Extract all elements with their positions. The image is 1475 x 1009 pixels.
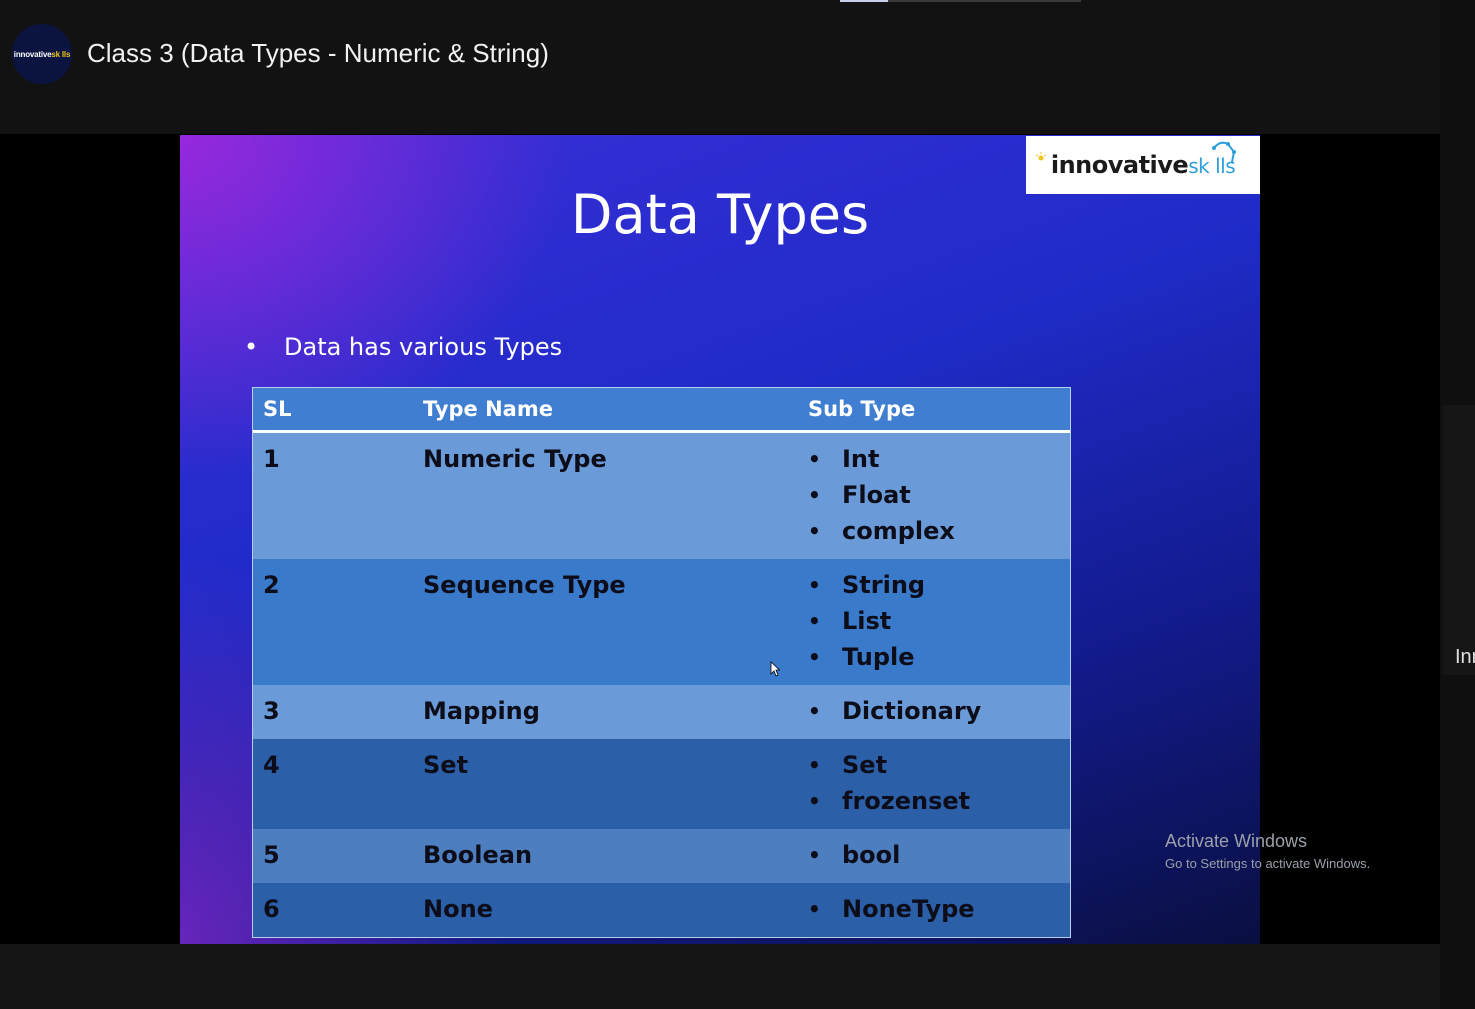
row-sub-types: Dictionary (808, 693, 981, 729)
row-sub-types: NoneType (808, 891, 975, 927)
activate-windows-title: Activate Windows (1165, 831, 1308, 851)
data-types-table: SL Type Name Sub Type 1 Numeric Type IntFl… (252, 387, 1071, 938)
row-sl: 2 (263, 571, 280, 599)
side-panel-text: Inn (1455, 646, 1475, 668)
channel-avatar[interactable]: innovative sk lls (12, 24, 72, 84)
top-bar: innovative sk lls Class 3 (Data Types - N… (0, 0, 1440, 134)
sub-type-item: List (808, 603, 925, 639)
row-sl: 3 (263, 697, 280, 725)
row-type-name: Sequence Type (423, 571, 626, 599)
row-sub-types: StringListTuple (808, 567, 925, 675)
header-sl: SL (263, 397, 292, 421)
sub-type-item: Tuple (808, 639, 925, 675)
row-type-name: Boolean (423, 841, 533, 869)
video-title[interactable]: Class 3 (Data Types - Numeric & String) (87, 38, 549, 69)
channel-avatar-accent: sk lls (51, 49, 71, 59)
logo-robot-arm-icon (1212, 141, 1236, 163)
table-body: 1 Numeric Type IntFloatcomplex 2 Sequence Ty… (253, 433, 1070, 937)
bullet-dot: • (244, 333, 259, 361)
table-row: 5 Boolean bool (253, 829, 1070, 883)
activate-windows-watermark: Activate Windows Go to Settings to activ… (1165, 831, 1370, 871)
sub-type-item: NoneType (808, 891, 975, 927)
top-progress-bar (840, 0, 888, 2)
mouse-cursor-icon (770, 661, 780, 677)
row-type-name: None (423, 895, 493, 923)
table-row: 3 Mapping Dictionary (253, 685, 1070, 739)
row-type-name: Mapping (423, 697, 540, 725)
row-sub-types: IntFloatcomplex (808, 441, 955, 549)
row-type-name: Numeric Type (423, 445, 607, 473)
company-logo: innovativesk lls (1026, 136, 1260, 194)
sub-type-item: Dictionary (808, 693, 981, 729)
sub-type-item: Float (808, 477, 955, 513)
presentation-slide: Data Types innovativesk lls • Data has va… (180, 135, 1260, 945)
table-row: 6 None NoneType (253, 883, 1070, 937)
sub-type-item: frozenset (808, 783, 970, 819)
top-progress-track (888, 0, 1081, 2)
row-sl: 1 (263, 445, 280, 473)
table-row: 4SetSetfrozenset (253, 739, 1070, 829)
row-sl: 4 (263, 751, 280, 779)
bottom-bar (0, 944, 1440, 1009)
table-row: 2 Sequence Type StringListTuple (253, 559, 1070, 685)
logo-main-text: innovative (1050, 151, 1189, 179)
row-type-name: Set (423, 751, 469, 779)
bullet-text: Data has various Types (284, 333, 563, 361)
row-sl: 5 (263, 841, 280, 869)
sub-type-item: Set (808, 747, 970, 783)
sub-type-item: Int (808, 441, 955, 477)
sub-type-item: bool (808, 837, 900, 873)
row-sub-types: Setfrozenset (808, 747, 970, 819)
table-header-row: SL Type Name Sub Type (253, 388, 1070, 433)
logo-text: innovativesk lls (1050, 151, 1236, 179)
header-type-name: Type Name (423, 397, 553, 421)
row-sl: 6 (263, 895, 280, 923)
row-sub-types: bool (808, 837, 900, 873)
slide-bullet: • Data has various Types (244, 333, 562, 361)
side-panel[interactable]: Inn (1443, 405, 1475, 675)
channel-avatar-text: innovative (13, 49, 52, 59)
table-row: 1 Numeric Type IntFloatcomplex (253, 433, 1070, 559)
sub-type-item: String (808, 567, 925, 603)
sub-type-item: complex (808, 513, 955, 549)
header-sub-type: Sub Type (808, 397, 916, 421)
activate-windows-subtitle: Go to Settings to activate Windows. (1165, 856, 1371, 871)
logo-spark-icon (1036, 152, 1046, 161)
